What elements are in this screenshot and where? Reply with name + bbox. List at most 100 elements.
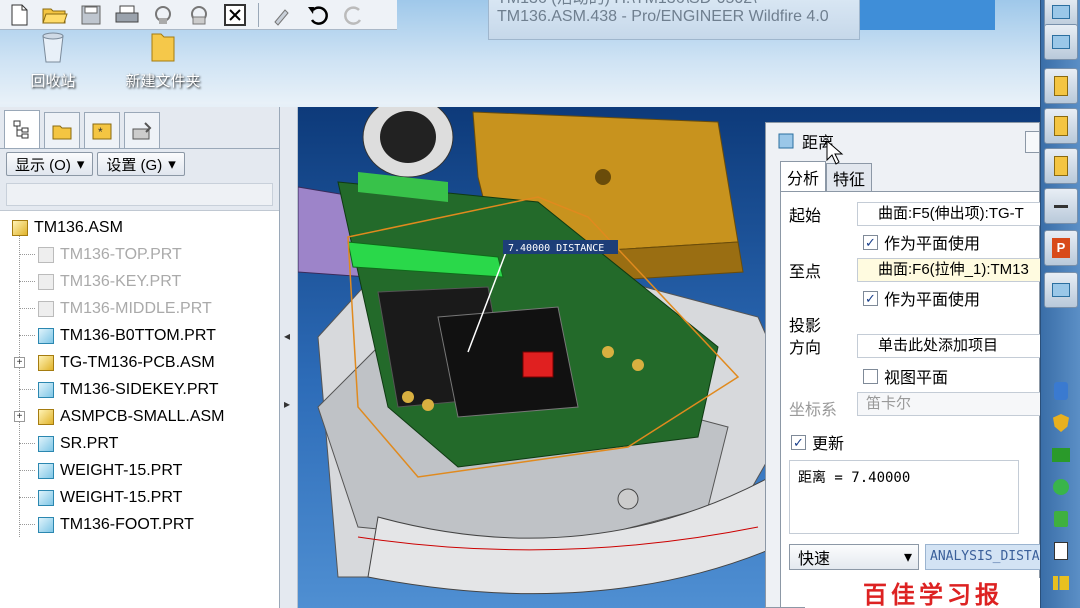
minimize-button[interactable] [1025, 131, 1039, 153]
tree-item-label: TM136-MIDDLE.PRT [60, 300, 212, 317]
tree-item[interactable]: WEIGHT-15.PRT [38, 460, 182, 482]
panel-splitter[interactable]: ◂ ▸ [280, 107, 298, 608]
mode-dropdown[interactable]: 快速 ▾ [789, 544, 919, 570]
tree-item[interactable]: TM136-SIDEKEY.PRT [38, 379, 219, 401]
to-field[interactable]: 曲面:F6(拉伸_1):TM13 [857, 258, 1042, 282]
pad [402, 391, 414, 403]
projection-field[interactable]: 单击此处添加项目 [857, 334, 1042, 358]
powerpoint-icon: P [1052, 238, 1070, 258]
from-plane-checkbox[interactable]: ✓ 作为平面使用 [863, 230, 980, 254]
desktop-icon-new-folder[interactable]: 新建文件夹 [118, 28, 208, 91]
from-label: 起始 [789, 208, 822, 225]
tree-item-root[interactable]: TM136.ASM [12, 217, 123, 239]
view-plane-checkbox[interactable]: 视图平面 [863, 364, 948, 388]
pad [422, 399, 434, 411]
tray-signal-icon[interactable] [1049, 572, 1073, 594]
tree-item-label: TM136.ASM [34, 219, 123, 236]
window-icon [1052, 5, 1070, 19]
tab-feature[interactable]: 特征 [826, 163, 873, 191]
mail-icon[interactable] [184, 2, 214, 28]
tab-folder-browser[interactable] [44, 112, 80, 148]
taskbar-item[interactable] [1044, 108, 1078, 144]
mode-label: 快速 [798, 551, 831, 568]
settings-menu-button[interactable]: 设置 (G) ▾ [97, 152, 185, 176]
tree-item-label: TG-TM136-PCB.ASM [60, 354, 215, 371]
main-toolbar [0, 0, 397, 30]
assembly-icon [38, 355, 54, 371]
taskbar-item[interactable] [1044, 148, 1078, 184]
tray-network-icon[interactable] [1049, 444, 1073, 466]
to-plane-label: 作为平面使用 [884, 292, 981, 309]
taskbar-item[interactable] [1044, 68, 1078, 104]
tray-clipboard-icon[interactable] [1049, 540, 1073, 562]
update-checkbox[interactable]: ✓ 更新 [791, 430, 844, 454]
measure-label: 7.40000 DISTANCE [508, 243, 604, 254]
from-plane-label: 作为平面使用 [884, 236, 981, 253]
tree-item[interactable]: TM136-TOP.PRT [38, 244, 182, 266]
analysis-name-field[interactable]: ANALYSIS_DISTANCE [925, 544, 1042, 570]
expand-toggle[interactable]: + [14, 357, 25, 368]
expand-toggle[interactable]: + [14, 411, 25, 422]
tree-item-label: WEIGHT-15.PRT [60, 462, 183, 479]
collapse-left-icon[interactable]: ◂ [284, 329, 290, 343]
folder-icon [151, 33, 175, 62]
tree-item[interactable]: WEIGHT-15.PRT [38, 487, 182, 509]
taskbar-item-powerpoint[interactable]: P [1044, 230, 1078, 266]
close-window-icon[interactable] [220, 2, 250, 28]
folder-icon [1054, 116, 1068, 136]
save-icon[interactable] [76, 2, 106, 28]
tree-connector [19, 389, 35, 390]
tab-favorites[interactable]: * [84, 112, 120, 148]
expand-right-icon[interactable]: ▸ [284, 397, 290, 411]
tab-connections[interactable] [124, 112, 160, 148]
result-box: 距离 = 7.40000 [789, 460, 1019, 534]
desktop-icon-recycle-bin[interactable]: 回收站 [18, 28, 88, 91]
tray-app-icon[interactable] [1049, 476, 1073, 498]
desktop-icon-label: 回收站 [30, 73, 76, 90]
tree-connector [19, 470, 35, 471]
desktop-icon-label: 新建文件夹 [125, 73, 201, 90]
tree-item[interactable]: TM136-FOOT.PRT [38, 514, 194, 536]
update-label: 更新 [812, 436, 845, 453]
regenerate-icon[interactable] [267, 2, 297, 28]
tree-connector [19, 281, 35, 282]
csys-field[interactable]: 笛卡尔 [857, 392, 1042, 416]
send-icon[interactable] [148, 2, 178, 28]
tree-item[interactable]: TM136-B0TTOM.PRT [38, 325, 216, 347]
part-icon [38, 328, 54, 344]
taskbar-item[interactable] [1044, 24, 1078, 60]
tree-item[interactable]: TM136-MIDDLE.PRT [38, 298, 212, 320]
chevron-down-icon: ▾ [903, 549, 912, 566]
open-folder-icon[interactable] [40, 2, 70, 28]
tab-model-tree[interactable] [4, 110, 40, 148]
tree-item-label: TM136-SIDEKEY.PRT [60, 381, 219, 398]
analysis-icon [778, 133, 794, 149]
to-plane-checkbox[interactable]: ✓ 作为平面使用 [863, 286, 980, 310]
part-icon [38, 274, 54, 290]
window-title-line-2: TM136.ASM.438 - Pro/ENGINEER Wildfire 4.… [497, 8, 829, 25]
model-tree-panel: * 显示 (O) ▾ 设置 (G) ▾ TM136.ASM TM136-TOP.PR… [0, 107, 280, 608]
taskbar-item[interactable] [1044, 188, 1078, 224]
tray-security-icon[interactable] [1049, 508, 1073, 530]
chevron-down-icon: ▾ [168, 156, 176, 173]
from-field[interactable]: 曲面:F5(伸出项):TG-T [857, 202, 1042, 226]
part-icon [38, 382, 54, 398]
tray-usb-icon[interactable] [1049, 380, 1073, 402]
taskbar-item[interactable] [1044, 272, 1078, 308]
tab-analysis[interactable]: 分析 [780, 161, 827, 191]
checkbox-empty [863, 368, 878, 384]
tree-item[interactable]: TG-TM136-PCB.ASM [38, 352, 215, 374]
print-icon[interactable] [112, 2, 142, 28]
undo-icon[interactable] [303, 2, 333, 28]
tray-shield-icon[interactable] [1049, 412, 1073, 434]
redo-icon[interactable] [339, 2, 369, 28]
tree-filter-field[interactable] [6, 183, 273, 206]
tree-item[interactable]: TM136-KEY.PRT [38, 271, 181, 293]
dialog-titlebar[interactable]: 距离 [766, 123, 1039, 159]
chevron-down-icon: ▾ [76, 156, 85, 173]
folder-icon [1054, 156, 1068, 176]
show-menu-button[interactable]: 显示 (O) ▾ [6, 152, 94, 176]
tree-item[interactable]: SR.PRT [38, 433, 118, 455]
new-file-icon[interactable] [4, 2, 34, 28]
tree-item[interactable]: ASMPCB-SMALL.ASM [38, 406, 224, 428]
